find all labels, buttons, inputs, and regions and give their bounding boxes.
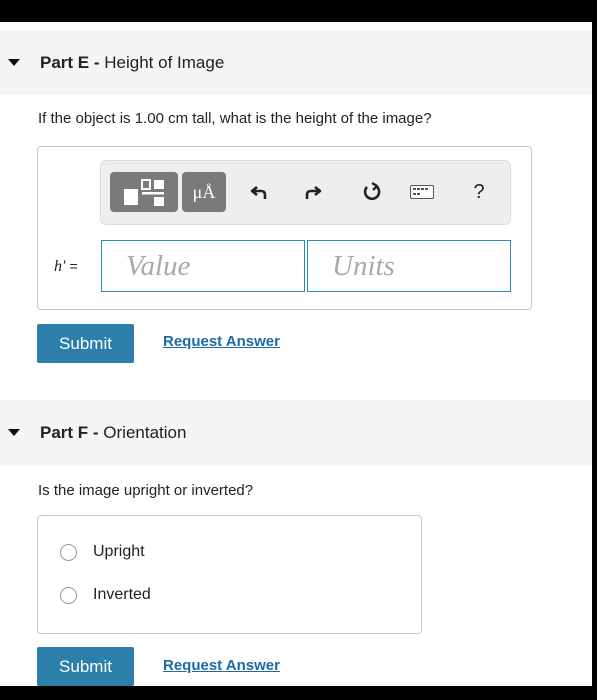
part-e-name: Height of Image [104, 52, 225, 72]
keyboard-icon [410, 185, 434, 199]
part-e-request-answer-link[interactable]: Request Answer [163, 333, 280, 350]
units-input[interactable] [307, 240, 511, 292]
equals-sign: = [69, 258, 78, 274]
part-f-name: Orientation [103, 422, 187, 442]
part-e-question: If the object is 1.00 cm tall, what is t… [38, 110, 432, 127]
collapse-caret-icon[interactable] [8, 59, 20, 66]
templates-button[interactable] [110, 172, 178, 212]
option-inverted[interactable]: Inverted [60, 586, 151, 604]
undo-button[interactable] [245, 172, 275, 212]
redo-icon [305, 185, 322, 199]
part-e-submit-button[interactable]: Submit [37, 324, 134, 363]
top-border [0, 0, 597, 22]
part-e-title: Part E - Height of Image [40, 53, 224, 73]
right-border [592, 0, 597, 700]
units-button[interactable]: μÅ [182, 172, 226, 212]
part-e-header[interactable]: Part E - Height of Image [0, 30, 592, 95]
part-e-label: Part E - [40, 52, 100, 72]
help-icon: ? [473, 180, 485, 203]
reset-icon [363, 181, 381, 201]
part-f-question: Is the image upright or inverted? [38, 482, 254, 499]
math-toolbar: μÅ ? [100, 160, 511, 225]
part-f-label: Part F - [40, 422, 99, 442]
value-input[interactable] [101, 240, 305, 292]
part-f-title: Part F - Orientation [40, 423, 186, 443]
part-f-request-answer-link[interactable]: Request Answer [163, 657, 280, 674]
option-label: Upright [93, 543, 145, 560]
reset-button[interactable] [357, 172, 387, 212]
answer-box: μÅ ? h′ = Value Units [37, 146, 532, 310]
redo-button[interactable] [297, 172, 327, 212]
templates-icon [124, 179, 164, 206]
option-label: Inverted [93, 586, 151, 603]
help-button[interactable]: ? [464, 172, 494, 212]
part-f-submit-button[interactable]: Submit [37, 647, 134, 686]
part-f-header[interactable]: Part F - Orientation [0, 400, 592, 465]
bottom-border [0, 686, 597, 700]
inverted-radio[interactable] [60, 586, 77, 604]
variable-label: h′ = [54, 258, 78, 276]
units-icon: μÅ [192, 181, 216, 202]
upright-radio[interactable] [60, 543, 77, 561]
collapse-caret-icon[interactable] [8, 429, 20, 436]
undo-icon [250, 185, 267, 199]
orientation-choices: Upright Inverted [37, 515, 422, 634]
option-upright[interactable]: Upright [60, 543, 145, 561]
variable-symbol: h′ [54, 258, 66, 275]
keyboard-button[interactable] [407, 172, 437, 212]
